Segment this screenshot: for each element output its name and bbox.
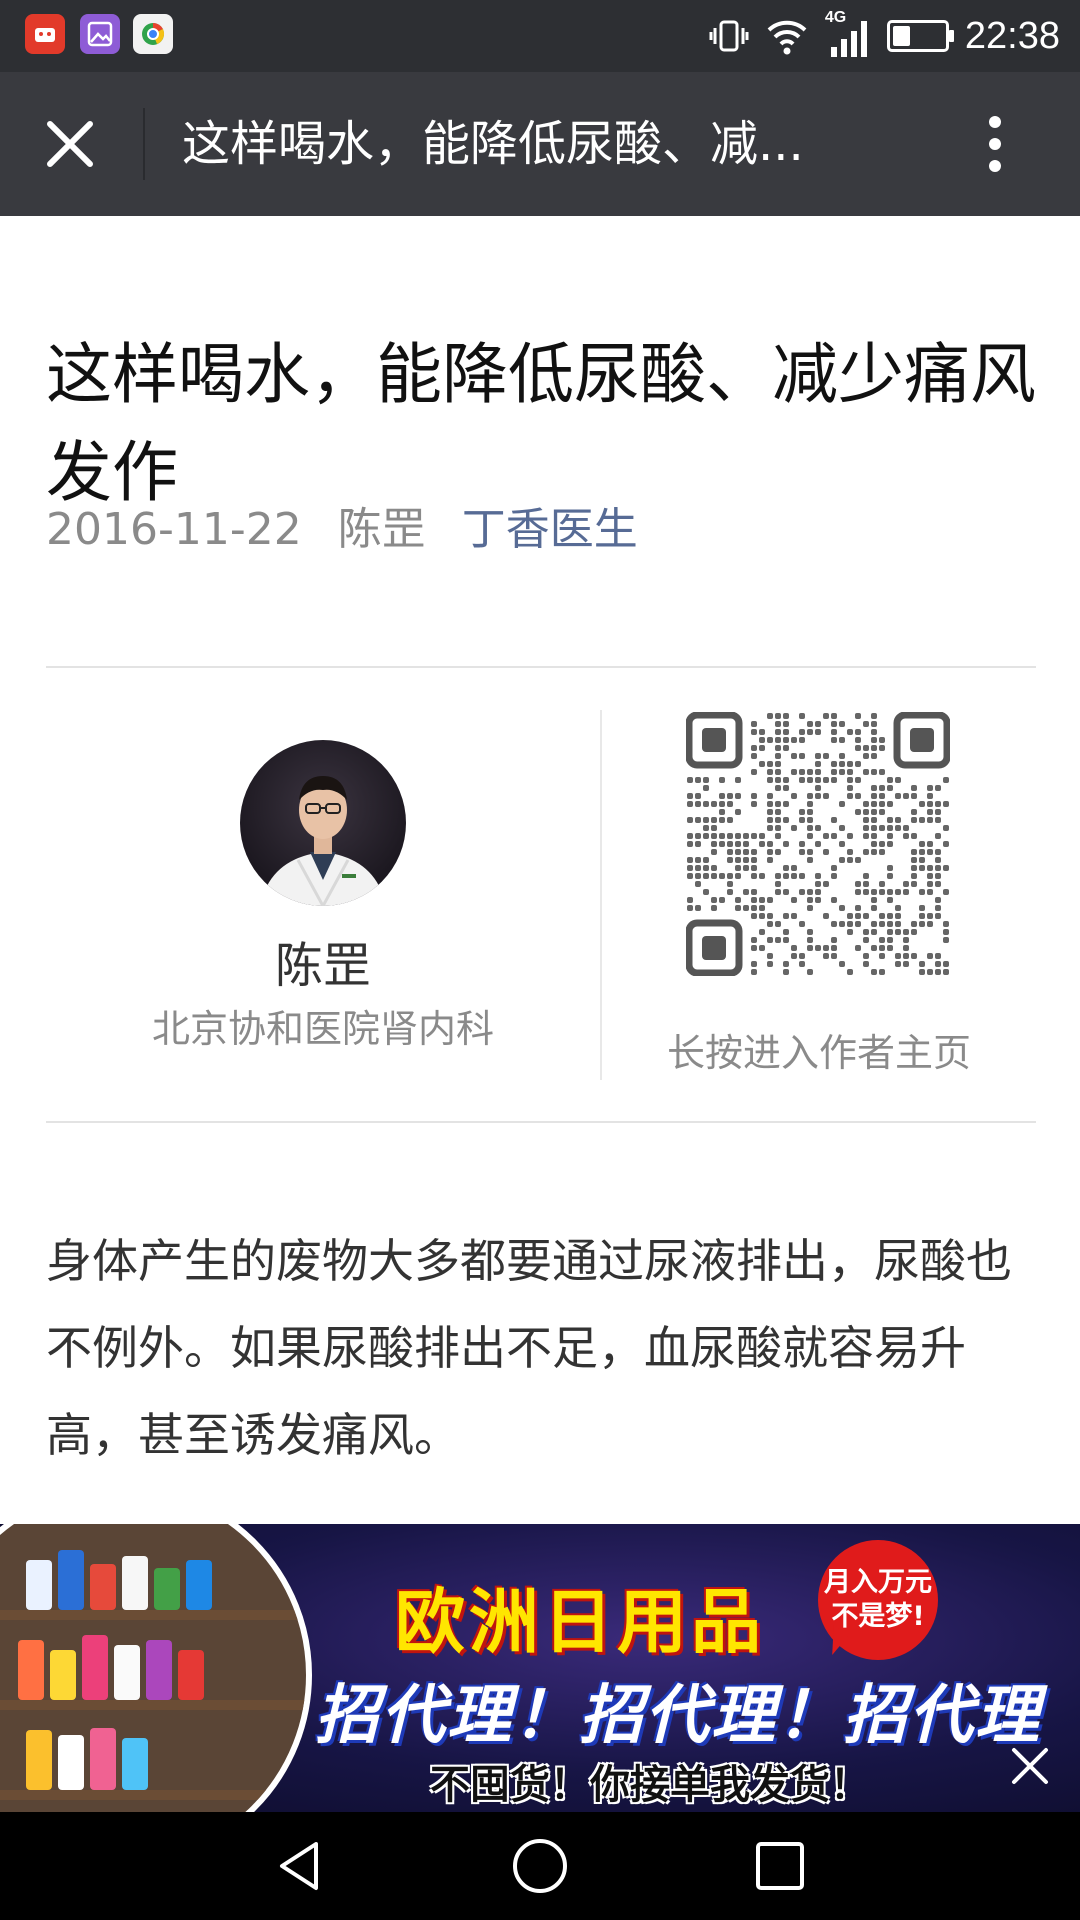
ad-badge-line2: 不是梦! (831, 1601, 925, 1632)
avatar[interactable] (240, 740, 406, 906)
ad-product-photo (0, 1524, 312, 1812)
status-bar: 4G 22:38 (0, 0, 1080, 72)
wifi-icon (767, 20, 807, 55)
article-meta: 2016-11-22 陈罡 丁香医生 (46, 500, 660, 560)
ad-banner[interactable]: 欧洲日用品 月入万元 不是梦! 招代理！招代理！招代理 不囤货！你接单我发货！ (0, 1524, 1080, 1812)
author-name-meta: 陈罡 (337, 504, 426, 555)
home-icon[interactable] (510, 1836, 570, 1896)
article-paragraph: 身体产生的废物大多都要通过尿液排出，尿酸也不例外。如果尿酸排出不足，血尿酸就容易… (46, 1234, 1012, 1462)
app-icon-red (25, 14, 65, 54)
vibrate-icon (709, 20, 749, 52)
title-divider (143, 108, 145, 180)
signal-icon: 4G (825, 9, 871, 59)
divider-bottom (46, 1121, 1036, 1123)
ad-slogan: 招代理！招代理！招代理 (315, 1679, 1041, 1753)
ad-close-icon[interactable] (1008, 1744, 1052, 1788)
back-icon[interactable] (270, 1836, 330, 1896)
article-title: 这样喝水，能降低尿酸、减少痛风发作 (46, 336, 1036, 512)
status-indicators: 4G 22:38 (709, 9, 1060, 62)
ad-badge: 月入万元 不是梦! (818, 1540, 938, 1660)
ad-badge-line1: 月入万元 (824, 1567, 932, 1598)
navigation-bar (0, 1812, 1080, 1920)
clock: 22:38 (964, 14, 1060, 57)
author-card[interactable]: 陈罡 北京协和医院肾内科 长按进入作者主页 (46, 668, 1036, 1120)
qr-caption: 长按进入作者主页 (666, 1031, 971, 1075)
page-title: 这样喝水，能降低尿酸、减... (182, 116, 804, 172)
author-name: 陈罡 (274, 938, 371, 994)
author-department: 北京协和医院肾内科 (151, 1007, 494, 1051)
title-bar: 这样喝水，能降低尿酸、减... (0, 72, 1080, 216)
battery-icon (886, 20, 954, 52)
close-icon[interactable] (40, 114, 100, 174)
recents-icon[interactable] (750, 1836, 810, 1896)
more-options-icon[interactable] (975, 112, 1015, 176)
ad-headline: 欧洲日用品 (395, 1581, 765, 1663)
browser-icon (133, 14, 173, 54)
ad-subtitle: 不囤货！你接单我发货！ (430, 1762, 870, 1808)
gallery-icon (80, 14, 120, 54)
publish-date: 2016-11-22 (46, 504, 302, 555)
source-account-link[interactable]: 丁香医生 (462, 504, 638, 555)
qr-code[interactable] (686, 712, 950, 976)
